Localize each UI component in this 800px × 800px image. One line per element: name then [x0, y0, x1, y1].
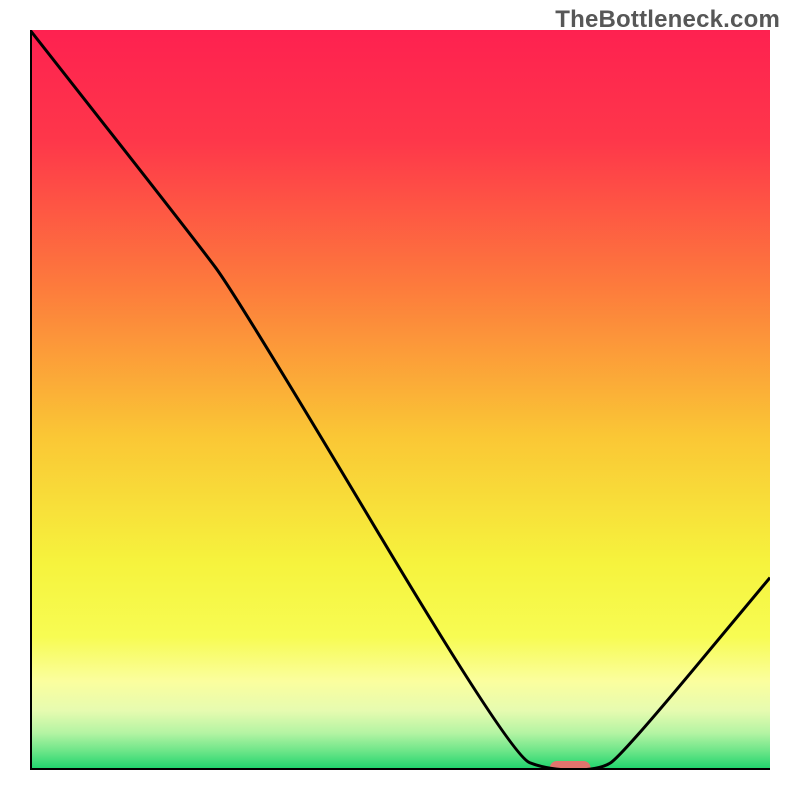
plot-area: [30, 30, 770, 770]
bottleneck-chart: [30, 30, 770, 770]
chart-container: TheBottleneck.com: [0, 0, 800, 800]
chart-background: [30, 30, 770, 770]
